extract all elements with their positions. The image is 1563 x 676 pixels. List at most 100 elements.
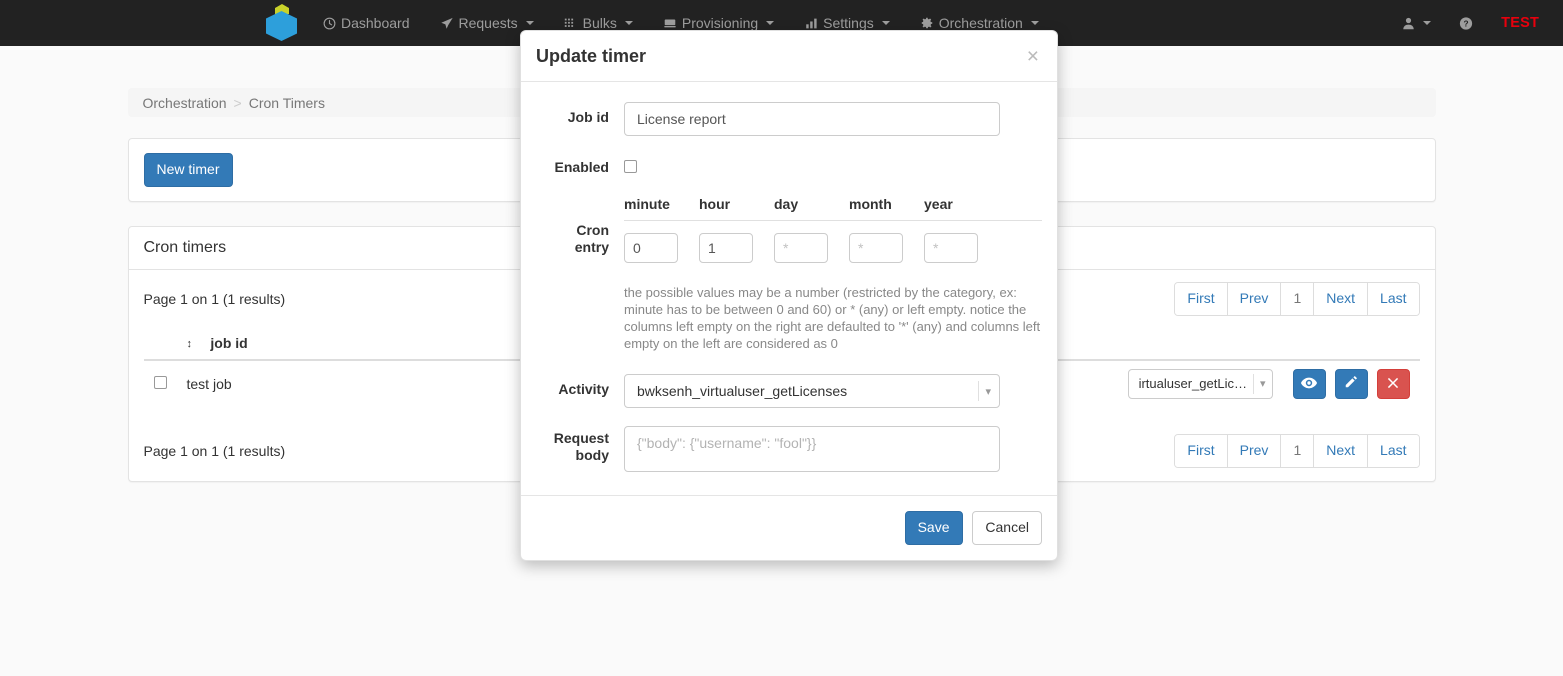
paper-plane-icon [440,16,454,30]
nav-label: Dashboard [341,15,410,31]
cron-entry-label-line1: Cron [576,222,609,238]
request-body-label-line1: Request [553,430,609,446]
cron-hour-input[interactable] [699,233,753,263]
results-count-bottom: Page 1 on 1 (1 results) [143,442,286,459]
enabled-checkbox[interactable] [624,160,637,173]
app-logo[interactable] [262,0,302,46]
environment-badge: TEST [1501,15,1539,31]
logo-hexagon-icon [266,11,297,41]
pager-next[interactable]: Next [1314,282,1369,315]
breadcrumb-current: Cron Timers [248,94,325,111]
cron-header-month: month [849,196,892,212]
cron-day-input[interactable] [774,233,828,263]
chevron-down-icon [766,21,775,25]
nav-item-dashboard[interactable]: Dashboard [307,0,425,46]
cron-year-input[interactable] [924,233,978,263]
chevron-down-icon [525,21,534,25]
row-actions-cell [1282,359,1420,407]
chevron-down-icon [881,21,890,25]
modal-body: Job id Enabled Cron entry minute hour [521,82,1057,495]
row-activity-select[interactable]: irtualuser_getLic… ▾ [1127,368,1273,399]
pager-page-1[interactable]: 1 [1281,282,1315,315]
grid-icon [564,16,578,30]
cancel-button[interactable]: Cancel [972,511,1042,545]
field-enabled: Enabled [536,152,1042,176]
activity-label: Activity [558,381,609,397]
nav-label: Provisioning [681,15,759,31]
job-id-label: Job id [567,109,609,125]
cron-header-hour: hour [699,196,731,212]
cron-help-text: the possible values may be a number (res… [624,285,1041,351]
close-icon [1387,376,1399,392]
header-select-all [143,326,177,361]
breadcrumb-separator: > [233,94,242,111]
field-request-body: Request body [536,426,1042,475]
select-divider [1252,373,1254,394]
modal-footer: Save Cancel [521,495,1057,560]
results-count-top: Page 1 on 1 (1 results) [143,290,286,307]
header-actions [1282,326,1420,361]
cron-grid: minute hour day month year the possible … [624,196,1042,352]
pager-next[interactable]: Next [1314,434,1369,467]
activity-value: bwksenh_virtualuser_getLicenses [637,383,848,399]
nav-label: Requests [458,15,518,31]
chevron-down-icon: ▾ [985,385,991,398]
pencil-icon [1344,375,1358,392]
server-icon [663,16,677,30]
field-activity: Activity bwksenh_virtualuser_getLicenses… [536,374,1042,408]
new-timer-button[interactable]: New timer [143,153,233,187]
cron-entry-label-line2: entry [574,239,609,255]
field-cron-entry: Cron entry minute hour day month year 0 … [536,196,1042,352]
row-activity-value: irtualuser_getLic… [1138,376,1247,392]
update-timer-modal: Update timer × Job id Enabled Cron entry [520,30,1058,561]
nav-right-group: ? TEST [1387,0,1563,46]
pager-prev[interactable]: Prev [1227,434,1282,467]
row-actions [1292,368,1410,399]
nav-label: Bulks [582,15,617,31]
cron-header-day: day [774,196,799,212]
pager-page-1[interactable]: 1 [1281,434,1315,467]
close-icon[interactable]: × [1023,44,1043,69]
pager-prev[interactable]: Prev [1227,282,1282,315]
pager-first[interactable]: First [1175,434,1228,467]
question-circle-icon: ? [1459,16,1473,30]
pager-last[interactable]: Last [1368,434,1419,467]
enabled-label: Enabled [554,159,609,175]
sort-icon[interactable]: ↕ [187,338,199,350]
cron-header-minute: minute [624,196,670,212]
svg-text:?: ? [1464,18,1469,28]
bar-chart-icon [804,16,818,30]
row-checkbox[interactable] [153,375,167,389]
chevron-down-icon: ▾ [1259,378,1266,391]
view-button[interactable] [1292,368,1326,399]
activity-select[interactable]: bwksenh_virtualuser_getLicenses ▾ [624,374,1000,408]
header-job-id[interactable]: ↕ job id [176,326,542,361]
cron-month-input[interactable] [849,233,903,263]
save-button[interactable]: Save [904,511,963,545]
header-job-id-label: job id [210,334,248,351]
pager-last[interactable]: Last [1368,282,1419,315]
modal-title: Update timer [536,46,647,66]
request-body-label-line2: body [575,447,609,463]
cron-minute-input[interactable] [624,233,678,263]
user-icon [1401,16,1415,30]
modal-header: Update timer × [521,31,1057,82]
chevron-down-icon [624,21,633,25]
user-menu[interactable] [1387,0,1445,46]
field-job-id: Job id [536,102,1042,136]
cron-inputs [624,233,1042,263]
nav-label: Orchestration [938,15,1023,31]
row-job-id: test job [176,359,542,407]
delete-button[interactable] [1376,368,1410,399]
pagination-top: First Prev 1 Next Last [1174,281,1420,316]
pager-first[interactable]: First [1175,282,1228,315]
request-body-label: Request body [536,426,624,464]
request-body-textarea[interactable] [624,426,1000,472]
edit-button[interactable] [1334,368,1368,399]
breadcrumb-root[interactable]: Orchestration [143,95,227,111]
row-select-cell [143,359,177,407]
eye-icon [1301,376,1317,392]
help-button[interactable]: ? [1445,0,1487,46]
job-id-input[interactable] [624,102,1000,136]
pagination-bottom: First Prev 1 Next Last [1174,433,1420,468]
